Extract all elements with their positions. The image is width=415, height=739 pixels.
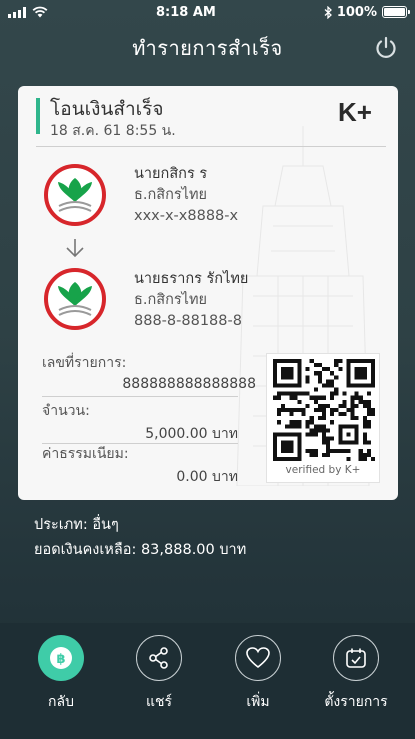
bluetooth-icon [324, 5, 332, 19]
calendar-check-icon[interactable] [333, 635, 379, 681]
amount-value: 5,000.00 บาท [145, 426, 238, 442]
status-right: 100% [324, 4, 410, 20]
battery-fill [384, 8, 405, 16]
slip-datetime: 18 ส.ค. 61 8:55 น. [50, 123, 176, 139]
fee-label: ค่าธรรมเนียม: [42, 446, 129, 462]
remaining-balance: ยอดเงินคงเหลือ: 83,888.00 บาท [34, 542, 247, 558]
status-bar: 8:18 AM 100% [0, 0, 415, 24]
page-title: ทำรายการสำเร็จ [132, 36, 283, 60]
kbank-logo [44, 268, 106, 330]
card-divider [36, 146, 386, 147]
signal-icon [8, 6, 26, 18]
nav-label: ตั้งรายการ [324, 694, 388, 710]
sender-bank: ธ.กสิกรไทย [134, 187, 208, 203]
sender-account: xxx-x-x8888-x [134, 208, 239, 224]
wifi-icon [32, 6, 48, 18]
ref-value: 888888888888888 [122, 376, 256, 392]
field-divider [42, 396, 238, 397]
svg-text:K+: K+ [338, 98, 372, 126]
receiver-info: นายธรากร รักไทย ธ.กสิกรไทย 888-8-88188-8 [134, 269, 248, 332]
nav-label: แชร์ [145, 694, 173, 710]
fee-value: 0.00 บาท [176, 469, 238, 485]
qr-code-panel[interactable]: verified by K+ [266, 353, 380, 483]
amount-label: จำนวน: [42, 403, 90, 419]
bottom-nav: ฿ กลับ แชร์ เพิ่ม ตั้งรายการ [0, 623, 415, 739]
kbank-logo [44, 164, 106, 226]
sender-info: นายกสิกร ร ธ.กสิกรไทย xxx-x-x8888-x [134, 164, 238, 227]
transfer-slip-card: โอนเงินสำเร็จ 18 ส.ค. 61 8:55 น. K+ นายก… [18, 86, 398, 500]
header: ทำรายการสำเร็จ [0, 30, 415, 66]
transaction-type: ประเภท: อื่นๆ [34, 517, 119, 533]
nav-share-button[interactable]: แชร์ [114, 635, 204, 713]
nav-label: กลับ [48, 694, 74, 710]
svg-text:฿: ฿ [56, 652, 65, 667]
kplus-logo: K+ [338, 98, 372, 126]
nav-schedule-button[interactable]: ตั้งรายการ [311, 635, 401, 713]
baht-coin-icon[interactable]: ฿ [38, 635, 84, 681]
nav-back-button[interactable]: ฿ กลับ [16, 635, 106, 713]
sender-name: นายกสิกร ร [134, 166, 208, 182]
accent-bar [36, 98, 40, 134]
receiver-account: 888-8-88188-8 [134, 313, 242, 329]
battery-percent: 100% [336, 4, 377, 20]
share-icon[interactable] [136, 635, 182, 681]
ref-label: เลขที่รายการ: [42, 355, 127, 371]
receiver-name: นายธรากร รักไทย [134, 271, 249, 287]
nav-favorite-button[interactable]: เพิ่ม [213, 635, 303, 713]
battery-icon [382, 6, 410, 18]
qr-code [273, 359, 375, 461]
status-time: 8:18 AM [155, 4, 216, 20]
nav-label: เพิ่ม [246, 694, 270, 710]
heart-icon[interactable] [235, 635, 281, 681]
power-icon[interactable] [373, 35, 399, 61]
verified-label: verified by K+ [285, 464, 361, 476]
arrow-down-icon [66, 239, 84, 258]
receiver-bank: ธ.กสิกรไทย [134, 292, 208, 308]
status-left [8, 6, 48, 18]
